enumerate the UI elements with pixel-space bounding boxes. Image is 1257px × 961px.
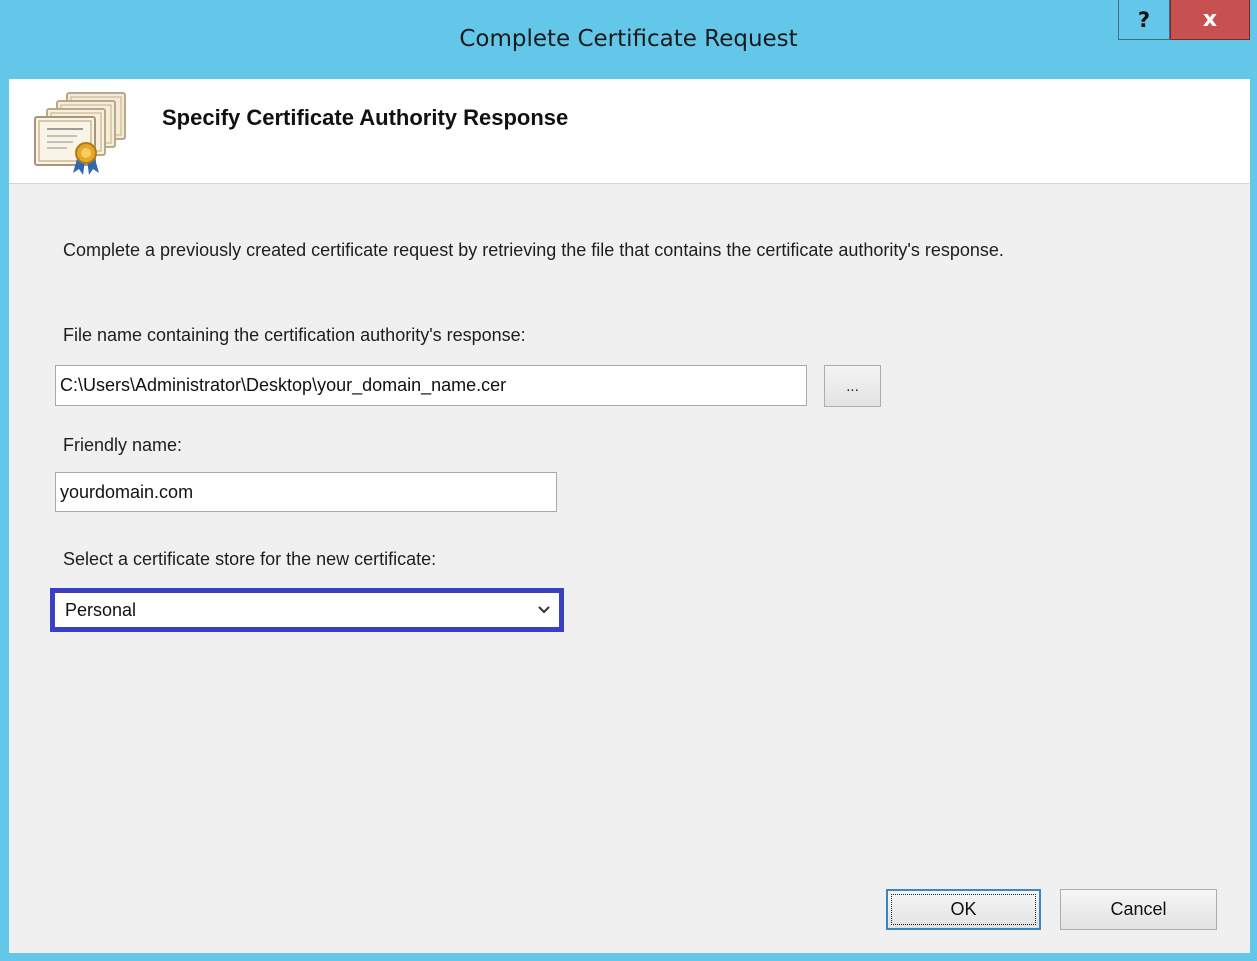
certificate-store-select[interactable]: Personal [50,588,564,632]
description-text: Complete a previously created certificat… [63,240,1004,260]
header-title: Specify Certificate Authority Response [162,105,569,130]
ok-button-focus-ring [891,894,1036,925]
ok-button[interactable]: OK [886,889,1041,930]
certificate-icon [34,92,126,175]
browse-button[interactable]: ... [824,365,881,407]
cancel-button[interactable]: Cancel [1060,889,1217,930]
help-button[interactable]: ? [1118,0,1170,40]
file-name-input[interactable]: C:\Users\Administrator\Desktop\your_doma… [55,365,807,406]
certificate-store-selected-value: Personal [65,599,137,620]
certificate-store-label: Select a certificate store for the new c… [63,549,437,569]
close-button[interactable]: x [1170,0,1250,40]
title-bar[interactable]: Complete Certificate Request ? x [0,0,1257,79]
header-band: Specify Certificate Authority Response [9,79,1250,184]
friendly-name-label: Friendly name: [63,435,183,455]
friendly-name-input[interactable]: yourdomain.com [55,472,557,512]
certificate-store-select-inner[interactable]: Personal [57,595,557,625]
file-name-label: File name containing the certification a… [63,325,526,345]
dialog-client-area: Specify Certificate Authority Response C… [9,79,1250,953]
dialog-window: Complete Certificate Request ? x Specify… [0,0,1257,961]
chevron-down-icon[interactable] [537,603,551,617]
window-title: Complete Certificate Request [459,26,798,52]
